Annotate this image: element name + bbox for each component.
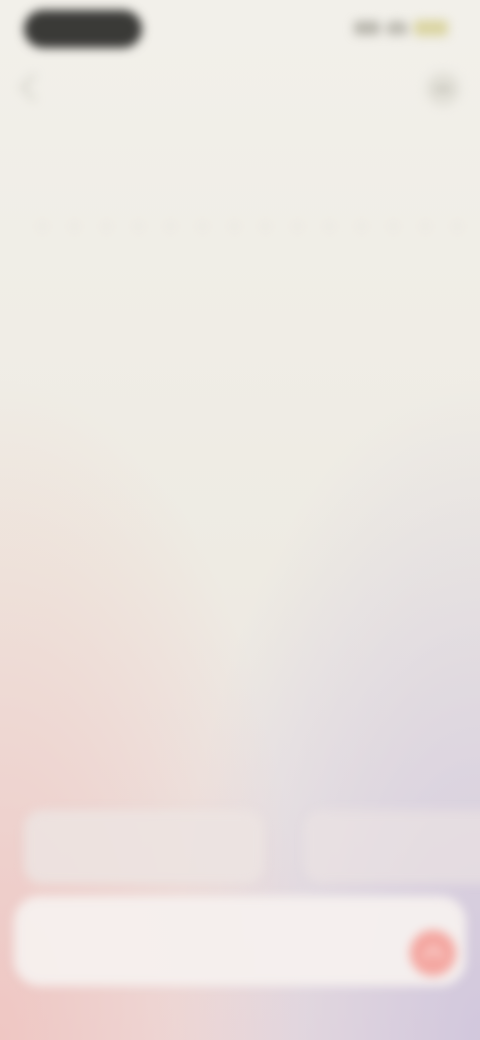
battery-icon	[414, 20, 448, 36]
status-time-pill	[24, 10, 142, 48]
status-bar	[0, 0, 480, 64]
suggestion-chip-1[interactable]	[24, 810, 264, 884]
menu-icon[interactable]	[426, 72, 460, 106]
status-icons	[354, 20, 448, 36]
send-arrow-icon	[422, 945, 445, 968]
wifi-icon	[386, 21, 408, 35]
header	[0, 68, 480, 112]
send-button[interactable]	[410, 930, 456, 976]
message-composer[interactable]	[14, 896, 466, 986]
signal-icon	[354, 21, 380, 35]
blurred-content	[0, 0, 480, 1040]
back-arrow-icon[interactable]	[20, 74, 47, 101]
app-screen	[0, 0, 480, 1040]
suggestion-row	[24, 810, 480, 884]
faint-divider	[40, 224, 460, 230]
suggestion-chip-2[interactable]	[304, 810, 480, 884]
